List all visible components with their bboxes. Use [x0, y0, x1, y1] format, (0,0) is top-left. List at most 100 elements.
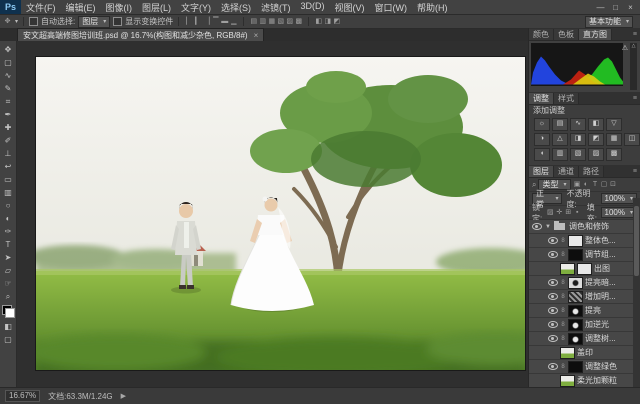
- layer-visibility-toggle[interactable]: [547, 251, 558, 258]
- background-color-swatch[interactable]: [4, 308, 15, 318]
- 3d-mode-pan-icon[interactable]: ◩: [332, 16, 341, 27]
- blur-tool[interactable]: ○: [0, 199, 16, 212]
- lock-position-icon[interactable]: ✛: [555, 207, 564, 218]
- close-tab-icon[interactable]: ×: [254, 31, 259, 40]
- crop-tool[interactable]: ⌗: [0, 95, 16, 108]
- auto-select-checkbox[interactable]: [29, 17, 39, 26]
- scrollbar-thumb[interactable]: [634, 206, 639, 276]
- lock-transparency-icon[interactable]: ▨: [546, 207, 555, 218]
- layer-mask-thumbnail[interactable]: [568, 332, 583, 345]
- layer-visibility-toggle[interactable]: [547, 335, 558, 342]
- layer-visibility-toggle[interactable]: [547, 293, 558, 300]
- histogram-slider[interactable]: △: [630, 43, 637, 90]
- menu-file[interactable]: 文件(F): [21, 1, 61, 14]
- align-vertical-centers-icon[interactable]: ▬: [220, 16, 229, 27]
- black-white-adjustment-icon[interactable]: ◨: [570, 133, 586, 146]
- align-horizontal-centers-icon[interactable]: ▎: [193, 16, 202, 27]
- histogram-panel-menu-icon[interactable]: ≡: [633, 29, 640, 40]
- history-brush-tool[interactable]: ↩: [0, 160, 16, 173]
- curves-adjustment-icon[interactable]: ∿: [570, 118, 586, 131]
- layer-mask-thumbnail[interactable]: [577, 262, 592, 275]
- adjustments-panel-menu-icon[interactable]: ≡: [633, 93, 640, 104]
- menu-layer[interactable]: 图层(L): [137, 1, 176, 14]
- lasso-tool[interactable]: ∿: [0, 69, 16, 82]
- distribute-horizontal-centers-icon[interactable]: ▨: [285, 16, 294, 27]
- layer-visibility-toggle[interactable]: [547, 321, 558, 328]
- healing-brush-tool[interactable]: ✚: [0, 121, 16, 134]
- brightness-contrast-adjustment-icon[interactable]: ☼: [534, 118, 550, 131]
- maximize-button[interactable]: □: [608, 1, 623, 14]
- eraser-tool[interactable]: ▭: [0, 173, 16, 186]
- histogram-tab-swatches[interactable]: 色板: [554, 29, 579, 40]
- menu-3d[interactable]: 3D(D): [296, 1, 330, 14]
- histogram-tab-color[interactable]: 颜色: [529, 29, 554, 40]
- menu-edit[interactable]: 编辑(E): [61, 1, 101, 14]
- menu-select[interactable]: 选择(S): [216, 1, 256, 14]
- adjustments-tab-adjustments[interactable]: 调整: [529, 93, 554, 104]
- channel-mixer-adjustment-icon[interactable]: ▦: [606, 133, 622, 146]
- minimize-button[interactable]: —: [593, 1, 608, 14]
- document-image[interactable]: [26, 57, 529, 377]
- move-tool[interactable]: ✥: [0, 43, 16, 56]
- layer-mask-thumbnail[interactable]: [568, 234, 583, 247]
- layer-mask-thumbnail[interactable]: [568, 276, 583, 289]
- align-top-edges-icon[interactable]: ▔: [211, 16, 220, 27]
- align-bottom-edges-icon[interactable]: ▁: [229, 16, 238, 27]
- workspace-switcher[interactable]: 基本功能 ▾: [584, 15, 633, 28]
- tool-preset-caret-icon[interactable]: ▾: [15, 18, 18, 25]
- gradient-tool[interactable]: ▥: [0, 186, 16, 199]
- vibrance-adjustment-icon[interactable]: ▽: [606, 118, 622, 131]
- layer-row-add-backlight[interactable]: 8 加逆光: [529, 318, 640, 332]
- layers-tab-channels[interactable]: 通道: [554, 166, 579, 177]
- distribute-top-edges-icon[interactable]: ▤: [249, 16, 258, 27]
- threshold-adjustment-icon[interactable]: ▧: [570, 148, 586, 161]
- close-button[interactable]: ×: [623, 1, 638, 14]
- distribute-left-edges-icon[interactable]: ▧: [276, 16, 285, 27]
- lock-pixels-icon[interactable]: ⊞: [564, 207, 573, 218]
- layer-row-adjust-group[interactable]: 8 调节组...: [529, 248, 640, 262]
- zoom-level-field[interactable]: 16.67%: [5, 390, 41, 402]
- hand-tool[interactable]: ☞: [0, 277, 16, 290]
- selective-color-adjustment-icon[interactable]: ▩: [606, 148, 622, 161]
- levels-adjustment-icon[interactable]: ▤: [552, 118, 568, 131]
- layer-row-adjust-green[interactable]: 8 调整绿色: [529, 360, 640, 374]
- layer-row-group-retouch[interactable]: ▼ 调色和修饰: [529, 220, 640, 234]
- show-transform-checkbox[interactable]: [113, 17, 123, 26]
- document-tab[interactable]: 安文超高端修图培训班.psd @ 16.7%(构图和减少杂色, RGB/8#) …: [17, 28, 265, 41]
- brush-tool[interactable]: ✐: [0, 134, 16, 147]
- menu-view[interactable]: 视图(V): [330, 1, 370, 14]
- layer-mask-thumbnail[interactable]: [568, 318, 583, 331]
- layer-row-softlight-grain[interactable]: 柔光加颗粒: [529, 374, 640, 388]
- lock-all-icon[interactable]: ▪: [573, 207, 582, 218]
- layer-row-add-contrast[interactable]: 8 增加明...: [529, 290, 640, 304]
- distribute-bottom-edges-icon[interactable]: ▦: [267, 16, 276, 27]
- distribute-vertical-centers-icon[interactable]: ▥: [258, 16, 267, 27]
- hue-saturation-adjustment-icon[interactable]: ◑: [534, 133, 550, 146]
- 3d-mode-orbit-icon[interactable]: ◨: [323, 16, 332, 27]
- align-right-edges-icon[interactable]: ▕: [202, 16, 211, 27]
- exposure-adjustment-icon[interactable]: ◧: [588, 118, 604, 131]
- layer-row-brighten[interactable]: 8 提亮: [529, 304, 640, 318]
- distribute-right-edges-icon[interactable]: ▩: [294, 16, 303, 27]
- layers-scrollbar[interactable]: [633, 198, 640, 388]
- dodge-tool[interactable]: ◐: [0, 212, 16, 225]
- pen-tool[interactable]: ✑: [0, 225, 16, 238]
- screen-mode-button[interactable]: ▢: [0, 333, 16, 346]
- layer-row-output[interactable]: 出图: [529, 262, 640, 276]
- zoom-tool[interactable]: ⌕: [0, 290, 16, 303]
- layers-tab-layers[interactable]: 图层: [529, 166, 554, 177]
- layer-row-brighten-shadows[interactable]: 8 提亮暗...: [529, 276, 640, 290]
- layers-panel-menu-icon[interactable]: ≡: [633, 166, 640, 177]
- align-left-edges-icon[interactable]: ▏: [184, 16, 193, 27]
- quick-selection-tool[interactable]: ✎: [0, 82, 16, 95]
- quick-mask-button[interactable]: ◧: [0, 320, 16, 333]
- auto-select-target-dropdown[interactable]: 图层 ▾: [78, 15, 111, 28]
- layer-thumbnail[interactable]: [560, 374, 575, 387]
- histogram-warning-icon[interactable]: ⚠: [622, 44, 628, 52]
- layer-mask-thumbnail[interactable]: [568, 360, 583, 373]
- shape-tool[interactable]: ▱: [0, 264, 16, 277]
- filter-smart-objects-icon[interactable]: ⊡: [609, 179, 618, 190]
- layer-mask-thumbnail[interactable]: [568, 290, 583, 303]
- posterize-adjustment-icon[interactable]: ▥: [552, 148, 568, 161]
- color-lookup-adjustment-icon[interactable]: ◫: [624, 133, 640, 146]
